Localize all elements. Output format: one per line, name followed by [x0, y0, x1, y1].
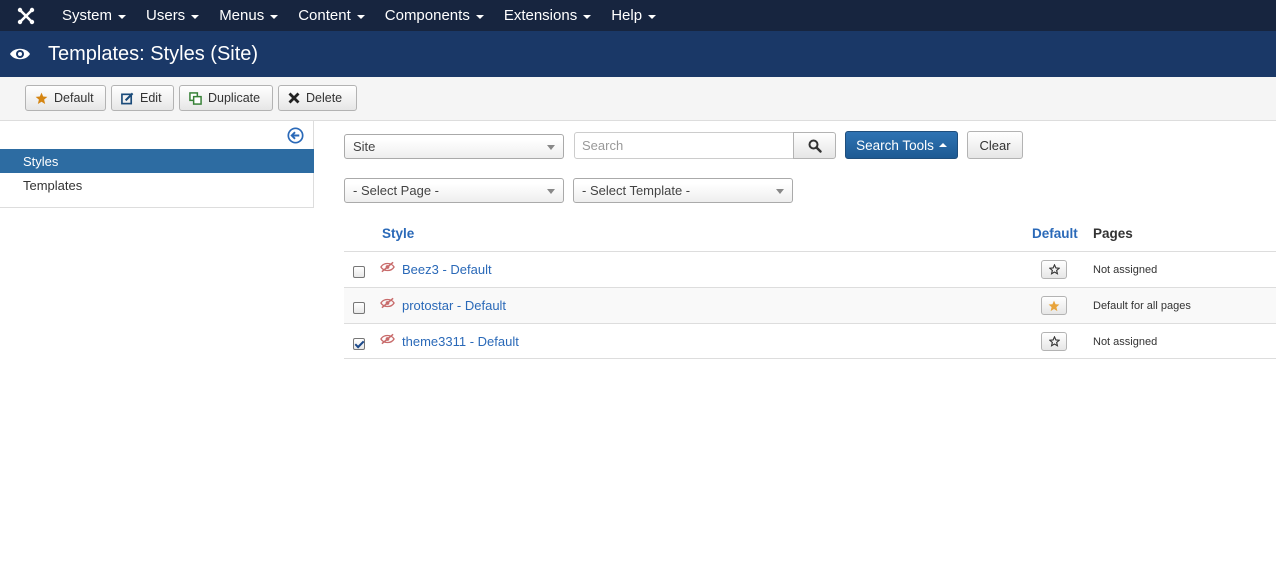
set-default-button[interactable] [1041, 332, 1067, 351]
sidebar: Styles Templates [0, 121, 314, 208]
sidebar-item-styles[interactable]: Styles [0, 149, 314, 173]
delete-button[interactable]: Delete [278, 85, 357, 111]
default-indicator-button[interactable] [1041, 296, 1067, 315]
eye-slash-icon [380, 297, 395, 312]
style-link[interactable]: Beez3 - Default [402, 262, 492, 277]
column-header-default[interactable]: Default [1032, 226, 1078, 241]
default-button[interactable]: Default [25, 85, 106, 111]
chevron-down-icon [118, 14, 127, 19]
chevron-down-icon [776, 189, 784, 194]
set-default-button[interactable] [1041, 260, 1067, 279]
star-empty-icon [1048, 336, 1060, 347]
table-row: theme3311 - Default Not assigned [344, 323, 1276, 359]
column-header-style[interactable]: Style [382, 226, 414, 241]
menu-menus[interactable]: Menus [209, 0, 288, 31]
chevron-down-icon [191, 14, 200, 19]
row-checkbox[interactable] [353, 266, 365, 278]
search-input[interactable]: Search [574, 132, 794, 159]
sidebar-toggle-icon[interactable] [287, 127, 304, 147]
style-link[interactable]: theme3311 - Default [402, 334, 519, 349]
pages-value: Not assigned [1093, 336, 1158, 348]
client-select[interactable]: Site [344, 134, 564, 159]
menu-help[interactable]: Help [601, 0, 666, 31]
joomla-logo-icon[interactable] [0, 0, 52, 31]
page-select[interactable]: - Select Page - [344, 178, 564, 203]
pages-value: Not assigned [1093, 264, 1158, 276]
chevron-down-icon [648, 14, 657, 19]
eye-slash-icon [380, 333, 395, 348]
chevron-up-icon [938, 143, 947, 147]
style-link[interactable]: protostar - Default [402, 298, 506, 313]
menu-components[interactable]: Components [375, 0, 494, 31]
chevron-down-icon [475, 14, 484, 19]
search-button[interactable] [793, 132, 836, 159]
clear-button[interactable]: Clear [967, 131, 1023, 159]
close-icon [288, 92, 300, 104]
page-header: Templates: Styles (Site) [0, 31, 1276, 77]
eye-slash-icon [380, 261, 395, 276]
page-title: Templates: Styles (Site) [48, 42, 259, 65]
star-icon [1048, 300, 1060, 311]
chevron-down-icon [547, 189, 555, 194]
top-menu-bar: System Users Menus Content Components Ex… [0, 0, 1276, 31]
copy-icon [189, 91, 202, 105]
column-header-pages: Pages [1093, 226, 1133, 241]
edit-icon [121, 92, 134, 104]
chevron-down-icon [583, 14, 592, 19]
row-checkbox[interactable] [353, 302, 365, 314]
menu-extensions[interactable]: Extensions [494, 0, 601, 31]
search-icon [808, 139, 822, 153]
pages-value: Default for all pages [1093, 300, 1191, 312]
sidebar-item-templates[interactable]: Templates [0, 173, 314, 197]
star-icon [35, 92, 48, 104]
chevron-down-icon [547, 145, 555, 150]
toolbar: Default Edit Duplicate Delete [0, 77, 1276, 121]
chevron-down-icon [270, 14, 279, 19]
menu-content[interactable]: Content [288, 0, 375, 31]
table-row: Beez3 - Default Not assigned [344, 251, 1276, 287]
template-select[interactable]: - Select Template - [573, 178, 793, 203]
edit-button[interactable]: Edit [111, 85, 174, 111]
star-empty-icon [1048, 264, 1060, 275]
search-tools-button[interactable]: Search Tools [845, 131, 958, 159]
menu-system[interactable]: System [52, 0, 136, 31]
chevron-down-icon [356, 14, 365, 19]
menu-users[interactable]: Users [136, 0, 209, 31]
table-row: protostar - Default Default for all page… [344, 287, 1276, 323]
row-checkbox[interactable] [353, 338, 365, 350]
eye-icon [0, 47, 46, 61]
duplicate-button[interactable]: Duplicate [179, 85, 273, 111]
